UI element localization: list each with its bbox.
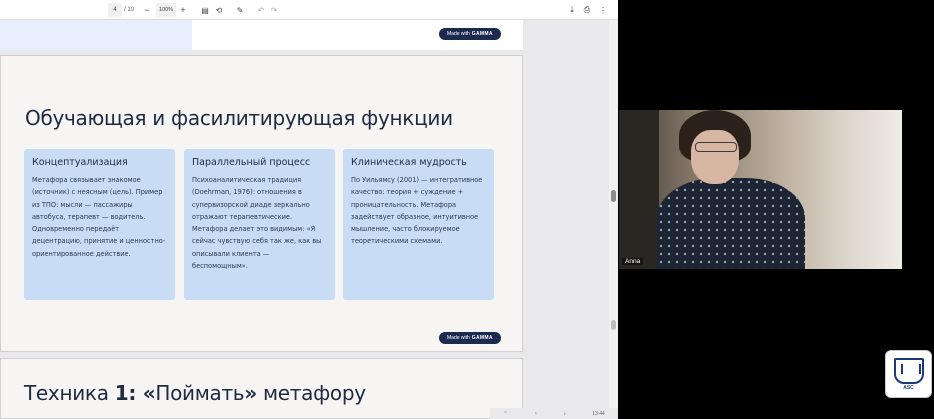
gamma-brand: GAMMA <box>471 31 493 37</box>
logo-text: ASC <box>903 384 914 391</box>
system-tray: ⌃ ◔ ♪ 13:44 <box>490 408 618 419</box>
card-body: По Уильямсу (2001) — интегративное качес… <box>351 176 483 246</box>
participant-shirt-pattern <box>657 178 805 269</box>
page-total: / 10 <box>123 7 134 13</box>
made-with-label: Made with <box>447 31 470 37</box>
participant-name: Anna <box>622 258 644 265</box>
scroll-thumb[interactable] <box>611 190 616 202</box>
card-heading: Параллельный процесс <box>192 157 311 168</box>
title-part: Техника <box>24 381 115 405</box>
card-parallel-process: Параллельный процесс Психоаналитическая … <box>184 149 335 300</box>
title-part: Поймать <box>155 381 245 405</box>
zoom-out-button[interactable]: − <box>142 3 152 17</box>
card-body: Метафора связывает знакомое (источник) с… <box>32 176 166 258</box>
card-clinical-wisdom: Клиническая мудрость По Уильямсу (2001) … <box>343 149 494 300</box>
next-slide: Техника 1: «Поймать» метафору <box>0 358 523 419</box>
vertical-scrollbar[interactable] <box>609 20 618 419</box>
rotate-icon[interactable]: ⟲ <box>213 3 225 17</box>
download-icon[interactable]: ⤓ <box>566 3 578 17</box>
undo-icon[interactable]: ↶ <box>255 3 267 17</box>
card-heading: Концептуализация <box>32 157 128 168</box>
draw-icon[interactable]: ✎ <box>234 3 246 17</box>
screen: 4 / 10 − 100% + ▤ ⟲ ✎ ↶ ↷ ⤓ ⎙ ⋮ Made wit… <box>0 0 934 419</box>
shield-icon <box>893 357 924 384</box>
title-part-bold: 1: « <box>114 381 156 405</box>
more-icon[interactable]: ⋮ <box>597 3 609 17</box>
video-background-door <box>619 110 659 269</box>
clock[interactable]: 13:44 <box>592 411 605 417</box>
page-number-input[interactable]: 4 <box>108 3 122 17</box>
participant-glasses <box>695 142 737 152</box>
next-slide-title: Техника 1: «Поймать» метафору <box>24 381 366 405</box>
chevron-up-icon[interactable]: ⌃ <box>503 411 507 417</box>
pdf-viewer: 4 / 10 − 100% + ▤ ⟲ ✎ ↶ ↷ ⤓ ⎙ ⋮ Made wit… <box>0 0 618 419</box>
volume-icon[interactable]: ♪ <box>563 411 566 417</box>
redo-icon[interactable]: ↷ <box>268 3 280 17</box>
zoom-level[interactable]: 100% <box>156 3 176 17</box>
network-icon[interactable]: ◔ <box>534 411 537 417</box>
gamma-brand: GAMMA <box>471 335 493 341</box>
previous-slide-band <box>0 20 192 50</box>
previous-slide: Made with GAMMA <box>0 20 523 50</box>
card-body: Психоаналитическая традиция (Doehrman, 1… <box>192 176 322 271</box>
pdf-toolbar: 4 / 10 − 100% + ▤ ⟲ ✎ ↶ ↷ ⤓ ⎙ ⋮ <box>0 0 618 20</box>
made-with-label: Made with <box>447 335 470 341</box>
card-conceptualization: Концептуализация Метафора связывает знак… <box>24 149 175 300</box>
print-icon[interactable]: ⎙ <box>581 3 593 17</box>
made-with-gamma-badge[interactable]: Made with GAMMA <box>439 28 501 40</box>
fit-page-icon[interactable]: ▤ <box>199 3 211 17</box>
participant-video-tile[interactable]: Anna <box>619 110 902 269</box>
asc-logo: ASC <box>885 350 932 398</box>
participant-face <box>691 130 739 184</box>
current-slide: Обучающая и фасилитирующая функции Конце… <box>0 55 523 352</box>
scroll-marker <box>611 320 616 330</box>
made-with-gamma-badge[interactable]: Made with GAMMA <box>439 332 501 344</box>
slide-title: Обучающая и фасилитирующая функции <box>25 106 453 130</box>
title-part-bold: » <box>244 381 257 405</box>
card-heading: Клиническая мудрость <box>351 157 467 168</box>
title-part: метафору <box>256 381 366 405</box>
zoom-in-button[interactable]: + <box>178 3 188 17</box>
